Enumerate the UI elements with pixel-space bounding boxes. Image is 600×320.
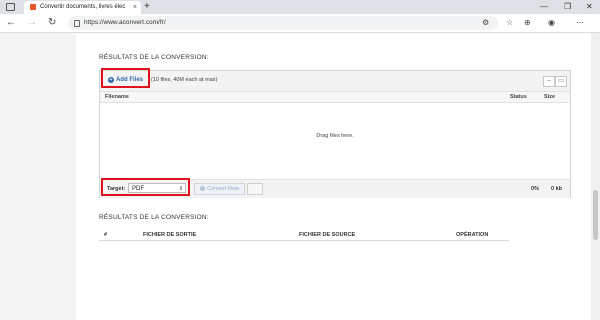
read-aloud-icon[interactable]: ⚙ bbox=[482, 16, 489, 30]
view-toggle-button[interactable]: ▭ bbox=[555, 76, 567, 87]
forward-icon[interactable]: → bbox=[27, 16, 37, 30]
browser-tab[interactable]: Convertir documents, livres élec × bbox=[24, 1, 141, 14]
file-table-header: Filename Status Size bbox=[100, 92, 570, 103]
upload-toolbar: + Add Files (10 files, 40M each at max) –… bbox=[100, 71, 570, 92]
tab-close-icon[interactable]: × bbox=[133, 2, 137, 13]
convert-now-button[interactable]: Convert Now bbox=[194, 183, 245, 195]
stop-button[interactable] bbox=[247, 183, 263, 195]
scrollbar[interactable] bbox=[591, 33, 600, 320]
profile-icon[interactable]: ◉ bbox=[548, 16, 555, 30]
results-table-header: # FICHIER DE SORTIE FICHIER DE SOURCE OP… bbox=[99, 230, 509, 241]
collections-icon[interactable]: ⊕ bbox=[524, 16, 531, 30]
url-text: https://www.aconvert.com/fr/ bbox=[84, 19, 166, 26]
favicon-icon bbox=[30, 4, 36, 10]
tab-bar: Convertir documents, livres élec × + — ❐… bbox=[0, 0, 600, 14]
lock-icon bbox=[74, 20, 80, 27]
add-files-highlight bbox=[101, 68, 150, 88]
results-col-operation: OPÉRATION bbox=[456, 232, 489, 238]
target-highlight bbox=[101, 178, 190, 196]
section-heading-top: RÉSULTATS DE LA CONVERSION: bbox=[99, 54, 209, 61]
section-heading-bottom: RÉSULTATS DE LA CONVERSION: bbox=[99, 214, 209, 221]
address-bar-row: ← → ↻ https://www.aconvert.com/fr/ ⚙ ☆ ⊕… bbox=[0, 14, 600, 33]
col-size: Size bbox=[544, 94, 556, 100]
back-icon[interactable]: ← bbox=[6, 16, 16, 30]
window-close-button[interactable]: ✕ bbox=[586, 0, 593, 14]
results-col-source: FICHIER DE SOURCE bbox=[299, 232, 356, 238]
upload-limits: (10 files, 40M each at max) bbox=[151, 77, 218, 83]
col-status: Status bbox=[510, 94, 527, 100]
maximize-button[interactable]: ❐ bbox=[564, 0, 571, 14]
drop-zone-text[interactable]: Drag files here. bbox=[100, 133, 570, 139]
tab-actions-icon[interactable] bbox=[6, 3, 15, 11]
favorites-icon[interactable]: ☆ bbox=[506, 16, 513, 30]
progress-percent: 0% bbox=[531, 186, 539, 192]
convert-now-label: Convert Now bbox=[207, 186, 239, 192]
tab-title: Convertir documents, livres élec bbox=[40, 4, 126, 10]
convert-icon bbox=[200, 186, 206, 192]
collapse-button[interactable]: – bbox=[543, 76, 555, 87]
scrollbar-thumb[interactable] bbox=[593, 190, 598, 240]
address-bar[interactable]: https://www.aconvert.com/fr/ bbox=[68, 16, 498, 30]
total-size: 0 kb bbox=[551, 186, 563, 192]
more-menu-icon[interactable]: ⋯ bbox=[576, 16, 584, 30]
results-col-output: FICHIER DE SORTIE bbox=[143, 232, 197, 238]
results-col-number: # bbox=[104, 232, 108, 238]
new-tab-button[interactable]: + bbox=[144, 0, 150, 14]
minimize-button[interactable]: — bbox=[540, 0, 548, 14]
refresh-icon[interactable]: ↻ bbox=[48, 16, 56, 30]
col-filename: Filename bbox=[105, 94, 129, 100]
